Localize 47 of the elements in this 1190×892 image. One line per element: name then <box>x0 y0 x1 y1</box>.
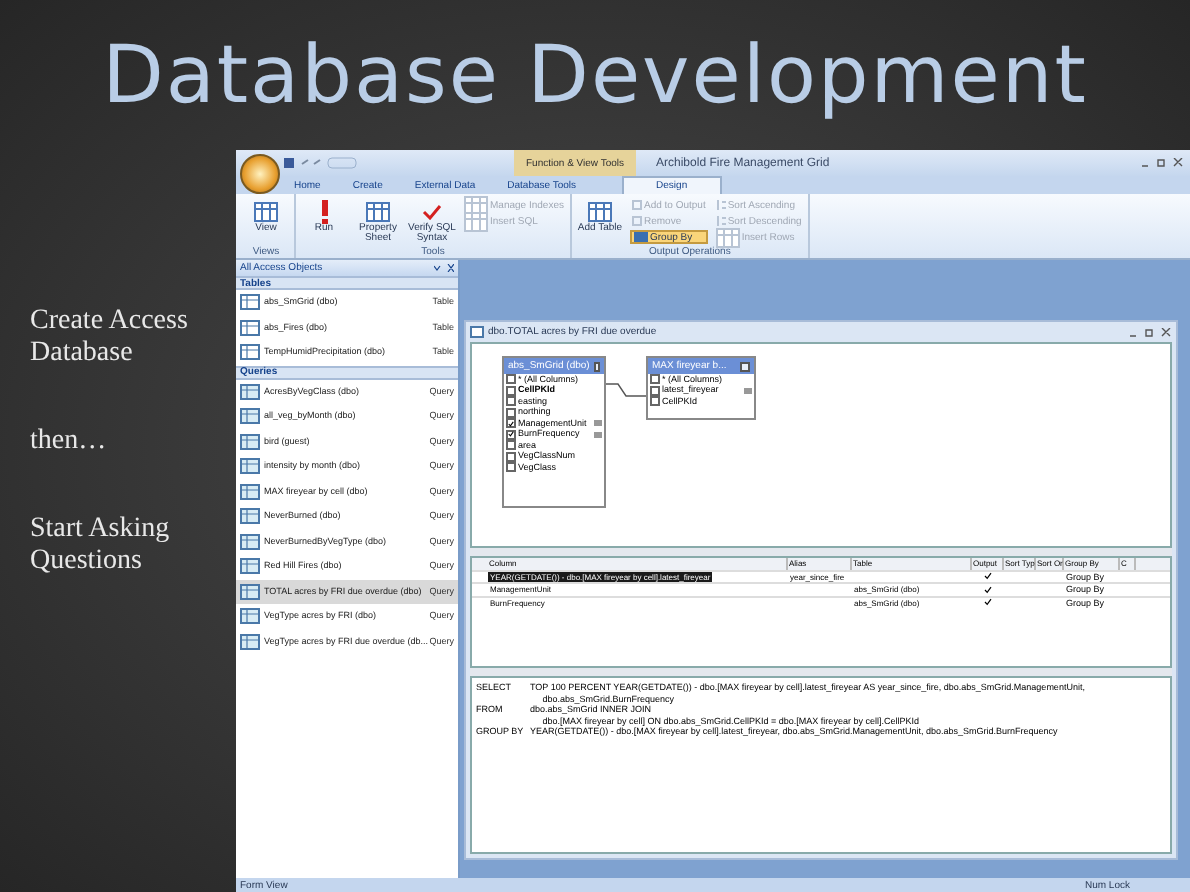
query-icon <box>240 583 260 600</box>
office-button[interactable] <box>240 154 280 194</box>
grid-icon <box>715 227 740 247</box>
checkbox[interactable] <box>506 462 516 473</box>
checkmark-icon[interactable] <box>984 572 992 581</box>
checkbox[interactable] <box>506 440 516 451</box>
grid-icon <box>254 201 278 221</box>
window-controls-icon[interactable] <box>1140 158 1184 168</box>
checkbox[interactable] <box>650 385 660 396</box>
pane-controls-icon[interactable] <box>434 264 454 272</box>
slide-text: then… <box>30 426 109 458</box>
query-icon <box>240 408 260 425</box>
query-icon <box>240 433 260 450</box>
checkbox[interactable] <box>650 396 660 407</box>
checkbox[interactable] <box>506 396 516 407</box>
checkmark-icon <box>422 203 442 219</box>
checkmark-icon[interactable] <box>984 585 992 594</box>
query-icon <box>240 608 260 625</box>
checkbox[interactable] <box>506 407 516 418</box>
query-icon <box>470 326 484 338</box>
checkbox[interactable] <box>506 451 516 462</box>
grid-icon <box>464 195 488 215</box>
grid-icon <box>464 211 488 231</box>
query-icon <box>240 558 260 575</box>
grid-icon <box>366 201 390 221</box>
sort-icon <box>715 216 726 226</box>
slide-text: Start Asking Questions <box>30 514 172 578</box>
checkbox[interactable] <box>506 374 516 385</box>
checkbox[interactable] <box>650 374 660 385</box>
window-controls-icon[interactable] <box>1128 327 1172 337</box>
sort-icon <box>715 200 726 210</box>
query-icon <box>240 383 260 400</box>
checkbox[interactable] <box>506 429 516 440</box>
grid-icon <box>587 201 612 221</box>
grid-icon <box>633 232 648 242</box>
slide-title: Database Development <box>102 27 1088 125</box>
query-icon <box>240 483 260 500</box>
query-icon <box>240 508 260 525</box>
exclamation-icon <box>319 199 329 223</box>
checkbox[interactable] <box>506 385 516 396</box>
checkmark-icon[interactable] <box>984 598 992 607</box>
checkbox[interactable] <box>506 418 516 429</box>
slide-text: Create Access Database <box>30 306 190 370</box>
query-icon <box>240 458 260 475</box>
query-icon <box>240 533 260 550</box>
query-icon <box>240 633 260 650</box>
join-line <box>606 382 646 402</box>
